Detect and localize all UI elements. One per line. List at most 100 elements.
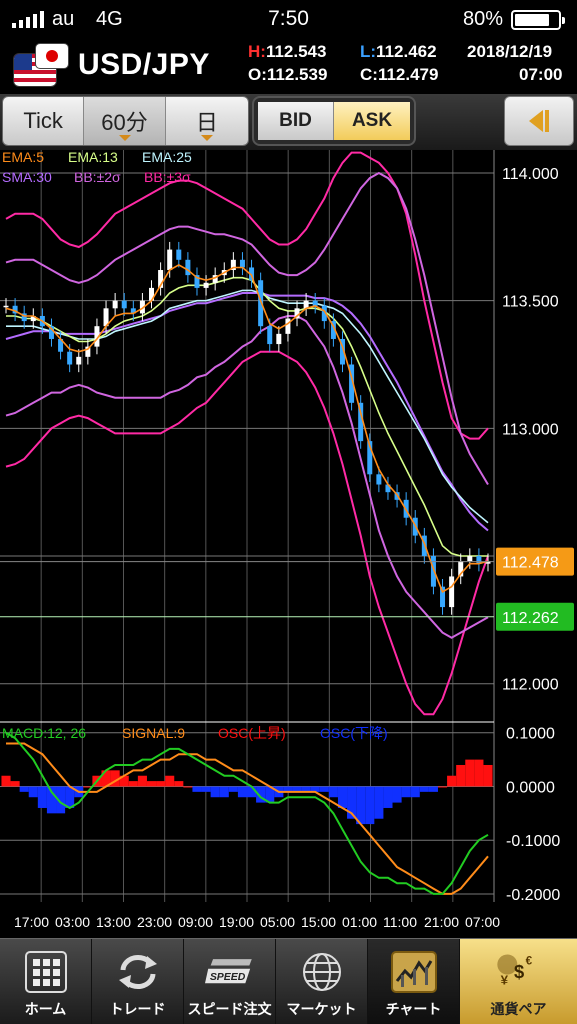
svg-text:$: $	[514, 961, 524, 982]
bid-button[interactable]: BID	[258, 102, 334, 140]
currency-flag-icon	[14, 44, 70, 88]
osc-bar	[65, 786, 75, 808]
low-label: L:	[360, 42, 377, 61]
legend-bb2: BB:±2σ	[74, 169, 121, 185]
nav-currency-pair[interactable]: ¥ $ € 通貨ペア	[460, 939, 577, 1024]
x-tick-label: 05:00	[260, 914, 295, 930]
osc-bar	[192, 786, 202, 792]
candle-body	[176, 249, 182, 260]
osc-bar	[392, 786, 402, 803]
x-tick-label: 01:00	[342, 914, 377, 930]
collapse-button[interactable]	[504, 96, 574, 146]
osc-bar	[137, 775, 147, 787]
nav-home[interactable]: ホーム	[0, 939, 92, 1024]
candle-body	[185, 259, 191, 276]
chart-icon	[389, 947, 439, 997]
x-tick-label: 17:00	[14, 914, 49, 930]
arrow-left-icon	[529, 110, 543, 132]
nav-home-label: ホーム	[24, 1001, 67, 1017]
osc-bar	[365, 786, 375, 825]
osc-bar	[219, 786, 229, 798]
currency-symbols-icon: ¥ $ €	[494, 947, 544, 997]
nav-market[interactable]: マーケット	[276, 939, 368, 1024]
osc-bar	[1, 775, 11, 787]
candle-body	[67, 351, 73, 365]
y-tick-label: 113.000	[502, 421, 559, 438]
speed-icon: SPEED	[204, 947, 255, 997]
osc-bar	[228, 786, 238, 792]
nav-trade-label: トレード	[109, 1001, 166, 1017]
high-label: H:	[248, 42, 266, 61]
candle-body	[121, 300, 127, 309]
nav-trade[interactable]: トレード	[92, 939, 184, 1024]
candle-body	[3, 305, 9, 308]
macd-y-tick-label: 0.1000	[506, 726, 555, 743]
nav-chart-label: チャート	[385, 1001, 442, 1017]
y-tick-label: 114.000	[502, 166, 559, 183]
nav-speed-label: スピード注文	[187, 1001, 272, 1017]
low-price: L:112.462	[360, 42, 437, 62]
macd-y-tick-label: -0.2000	[506, 887, 560, 904]
x-tick-label: 07:00	[465, 914, 500, 930]
svg-text:¥: ¥	[500, 973, 508, 988]
legend-ema13: EMA:13	[68, 150, 118, 165]
sixty-min-label: 60分	[101, 110, 148, 135]
candle-body	[276, 333, 282, 345]
x-tick-label: 13:00	[96, 914, 131, 930]
nav-chart[interactable]: チャート	[368, 939, 460, 1024]
x-tick-label: 21:00	[424, 914, 459, 930]
high-price: H:112.543	[248, 42, 326, 62]
candle-body	[167, 249, 173, 271]
dropdown-caret-icon	[200, 135, 213, 141]
price-chart[interactable]: 114.000113.500113.000112.500112.000112.4…	[0, 150, 577, 936]
osc-bar	[374, 786, 384, 819]
osc-bar	[28, 786, 38, 798]
osc-bar	[447, 775, 457, 787]
open-label: O:	[248, 65, 267, 84]
close-value: 112.479	[377, 65, 439, 84]
osc-bar	[383, 786, 393, 808]
sixty-min-button[interactable]: 60分	[84, 97, 166, 145]
osc-bar	[183, 786, 193, 788]
osc-bar	[19, 786, 29, 792]
open-value: 112.539	[266, 65, 328, 84]
battery-percent: 80%	[462, 8, 503, 30]
legend-bb3: BB:±3σ	[144, 169, 191, 185]
bar-date: 2018/12/19	[467, 42, 553, 61]
nav-pair-label: 通貨ペア	[490, 1001, 547, 1017]
y-tick-label: 112.000	[502, 677, 559, 694]
legend-osc-down: OSC(下降)	[320, 725, 388, 741]
chart-area[interactable]: 114.000113.500113.000112.500112.000112.4…	[0, 150, 577, 936]
osc-bar	[410, 786, 420, 798]
osc-bar	[483, 764, 493, 787]
timeframe-selector: Tick 60分 日	[2, 96, 249, 146]
candle-body	[203, 282, 209, 288]
refresh-arrows-icon	[113, 947, 163, 997]
speed-badge-text: SPEED	[209, 972, 245, 983]
legend-signal: SIGNAL:9	[122, 725, 185, 741]
ask-button[interactable]: ASK	[334, 102, 410, 140]
osc-bar	[128, 781, 138, 787]
osc-bar	[465, 759, 475, 787]
tick-button[interactable]: Tick	[3, 97, 85, 145]
bid-price-label: 112.262	[502, 610, 559, 627]
osc-bar	[165, 775, 175, 787]
current-price-label: 112.478	[502, 555, 559, 572]
x-tick-label: 23:00	[137, 914, 172, 930]
osc-bar	[37, 786, 47, 808]
nav-speed-order[interactable]: SPEED スピード注文	[184, 939, 276, 1024]
candle-body	[112, 300, 118, 309]
pair-header: USD/JPY H:112.543 L:112.462 2018/12/19 O…	[0, 40, 577, 92]
legend-sma30: SMA:30	[2, 169, 52, 185]
osc-bar	[174, 781, 184, 787]
x-tick-label: 09:00	[178, 914, 213, 930]
battery-icon	[511, 10, 565, 30]
x-tick-label: 19:00	[219, 914, 254, 930]
legend-osc-up: OSC(上昇)	[218, 725, 286, 741]
high-value: 112.543	[265, 42, 327, 61]
candle-body	[285, 318, 291, 334]
day-button[interactable]: 日	[165, 97, 248, 145]
close-label: C:	[360, 65, 378, 84]
candle-body	[449, 576, 455, 608]
osc-bar	[201, 786, 211, 792]
